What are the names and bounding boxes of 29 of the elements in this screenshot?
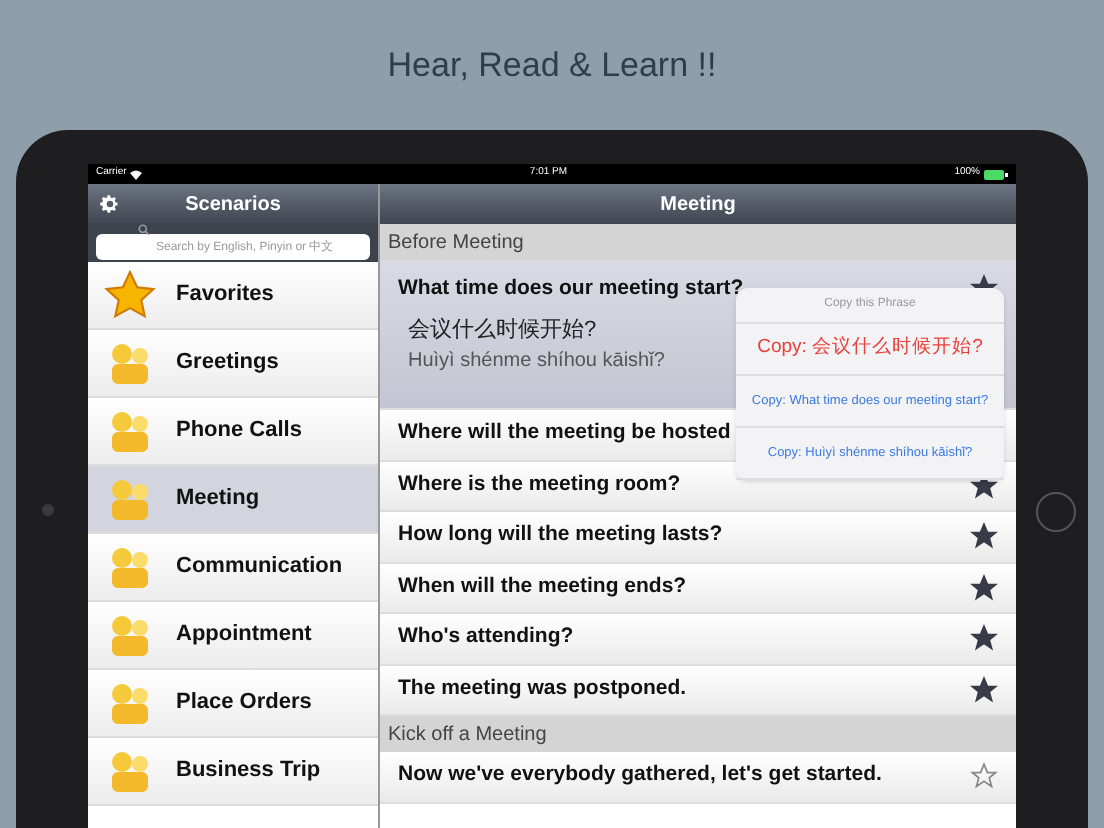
section-header: Kick off a Meeting: [380, 716, 1016, 752]
english-phrase: How long will the meeting lasts?: [398, 520, 723, 551]
english-phrase: When will the meeting ends?: [398, 571, 687, 602]
section-header: Before Meeting: [380, 224, 1016, 260]
phrase-row[interactable]: The meeting was postponed.: [380, 665, 1016, 716]
english-phrase: The meeting was postponed.: [398, 673, 687, 704]
star-icon[interactable]: [970, 522, 998, 551]
pinyin-phrase: Huìyì shénme shíhou kāishǐ?: [408, 348, 665, 377]
star-icon: [104, 269, 156, 321]
english-phrase: Where will the meeting be hosted: [398, 418, 731, 449]
battery-icon: [984, 169, 1008, 179]
chinese-phrase: 会议什么时候开始?: [408, 315, 597, 346]
search-icon: [138, 224, 150, 236]
wifi-icon: [130, 169, 143, 179]
settings-icon[interactable]: [100, 194, 120, 214]
star-icon[interactable]: [970, 675, 998, 704]
phrase-row[interactable]: When will the meeting ends?: [380, 563, 1016, 614]
scenario-item[interactable]: Meeting: [88, 466, 378, 534]
star-outline-icon[interactable]: [970, 762, 998, 791]
camera-icon: [42, 504, 54, 516]
headline: Hear, Read & Learn !!: [387, 43, 717, 88]
star-icon[interactable]: [970, 624, 998, 653]
star-icon[interactable]: [970, 573, 998, 602]
english-phrase: Who's attending?: [398, 622, 574, 653]
copy-button[interactable]: Copy: 会议什么时候开始?: [736, 324, 1004, 376]
english-phrase: Where is the meeting room?: [398, 469, 681, 500]
content-title: Meeting: [660, 191, 736, 219]
sidebar-title: Scenarios: [183, 191, 283, 219]
english-phrase: Now we've everybody gathered, let's get started.: [398, 760, 882, 791]
